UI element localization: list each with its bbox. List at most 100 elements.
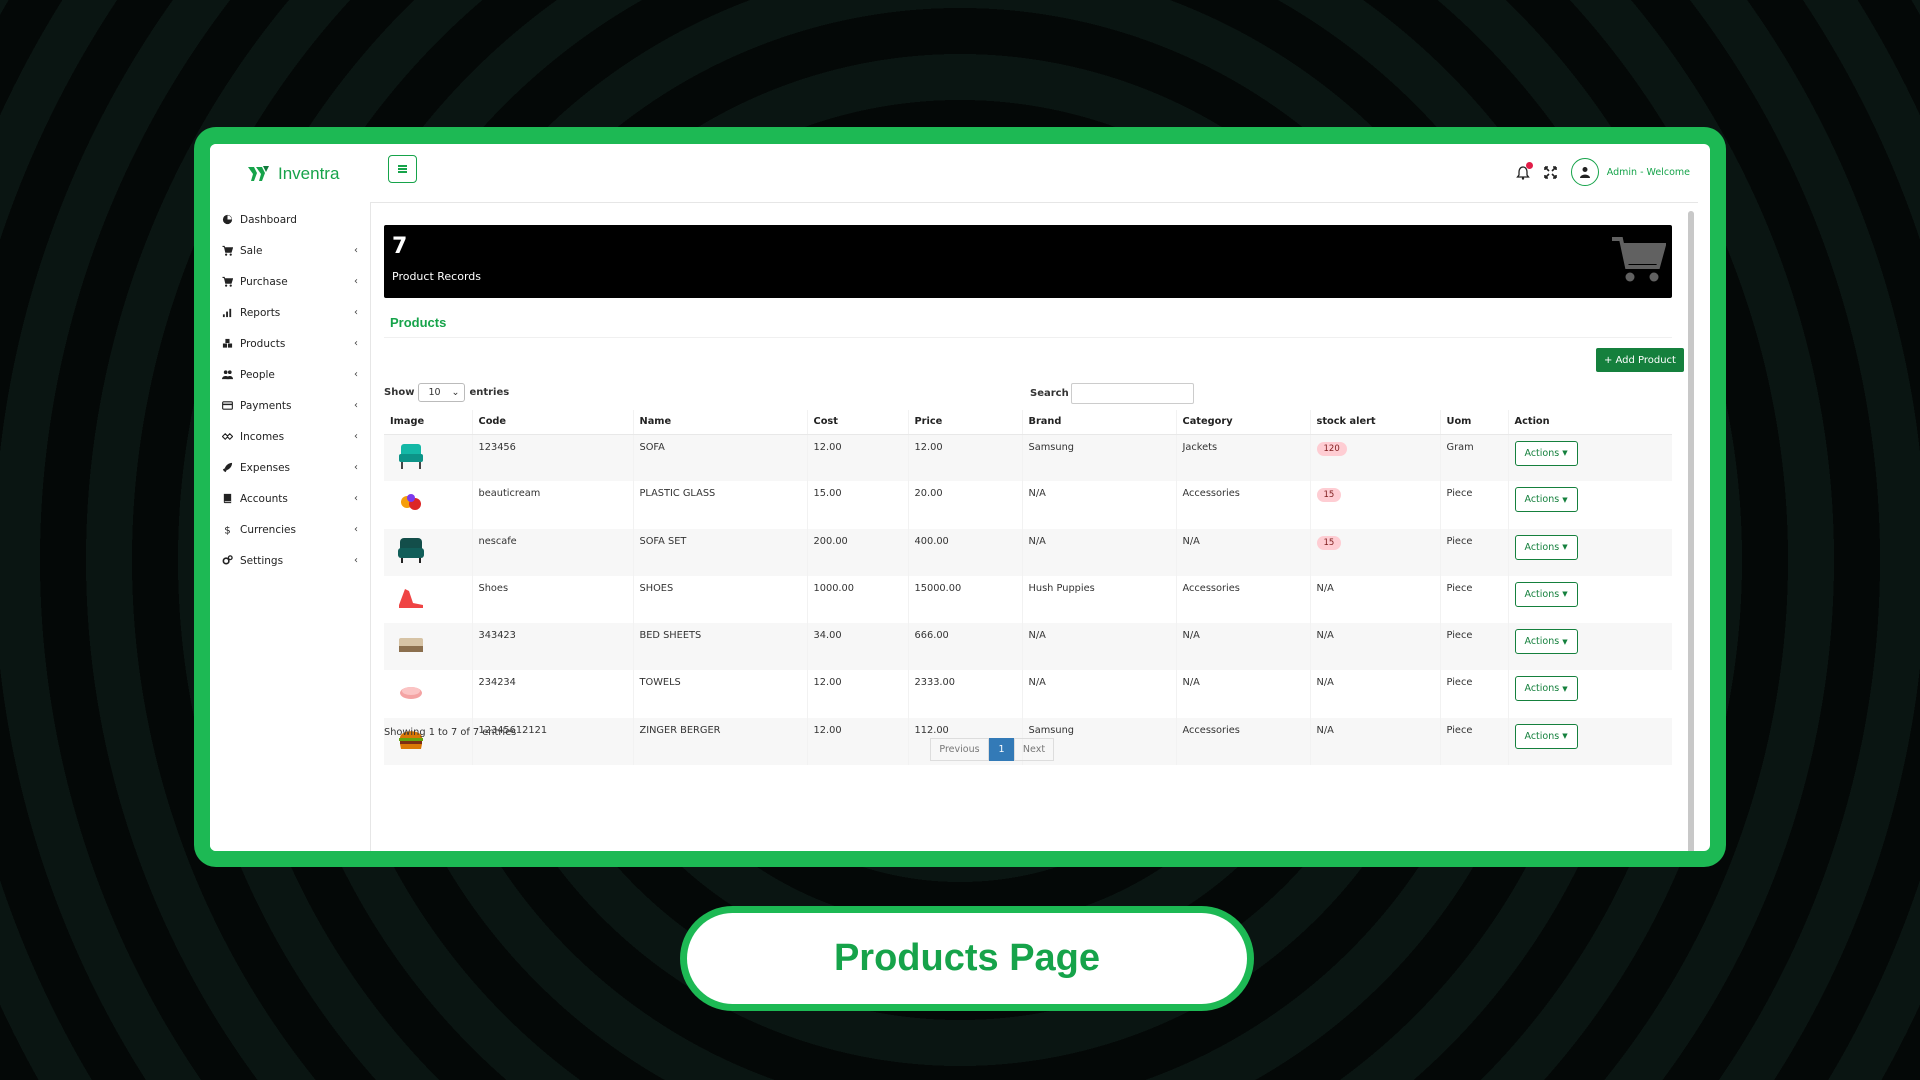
- cell-price: 666.00: [907, 623, 1022, 671]
- product-image-bed-sheets: [399, 638, 423, 653]
- entries-label: entries: [469, 387, 510, 398]
- cell-brand: N/A: [1021, 481, 1176, 529]
- column-header-brand[interactable]: Brand: [1021, 410, 1176, 435]
- gears-icon: [221, 555, 233, 567]
- sidebar-item-people[interactable]: People ‹: [210, 359, 370, 390]
- column-header-image[interactable]: Image: [384, 410, 472, 435]
- actions-dropdown-button[interactable]: Actions ▼: [1514, 487, 1578, 513]
- column-header-uom[interactable]: Uom: [1439, 410, 1508, 435]
- chevron-left-icon: ‹: [354, 276, 358, 287]
- sidebar: Inventra Dashboard Sale ‹ Purchase ‹ Reports ‹…: [210, 144, 370, 851]
- actions-dropdown-button[interactable]: Actions ▼: [1514, 440, 1578, 466]
- brand-name: Inventra: [278, 164, 340, 183]
- sidebar-item-label: Expenses: [240, 461, 291, 474]
- dashboard-icon: [221, 214, 233, 226]
- cell-price: 12.00: [907, 434, 1022, 482]
- cell-price: 15000.00: [907, 575, 1022, 624]
- screenshot-frame: Inventra Dashboard Sale ‹ Purchase ‹ Reports ‹…: [194, 127, 1726, 867]
- cell-brand: Samsung: [1021, 434, 1176, 482]
- entries-select[interactable]: 10 ⌄: [418, 383, 466, 402]
- column-header-name[interactable]: Name: [632, 410, 807, 435]
- sidebar-item-accounts[interactable]: Accounts ‹: [210, 483, 370, 514]
- cell-name: SHOES: [632, 575, 807, 624]
- sidebar-item-label: Dashboard: [240, 213, 297, 226]
- actions-dropdown-button[interactable]: Actions ▼: [1514, 629, 1578, 655]
- sidebar-item-currencies[interactable]: $ Currencies ‹: [210, 514, 370, 545]
- sidebar-item-incomes[interactable]: Incomes ‹: [210, 421, 370, 452]
- cell-uom: Piece: [1439, 481, 1508, 529]
- sidebar-item-purchase[interactable]: Purchase ‹: [210, 266, 370, 297]
- sidebar-item-products[interactable]: Products ‹: [210, 328, 370, 359]
- entries-length-control: Show 10 ⌄ entries: [384, 383, 509, 402]
- svg-text:$: $: [224, 526, 230, 535]
- book-icon: [221, 493, 233, 505]
- actions-label: Actions: [1524, 541, 1560, 553]
- stock-alert-badge: 120: [1316, 441, 1347, 456]
- cell-uom: Piece: [1439, 717, 1508, 766]
- sidebar-item-settings[interactable]: Settings ‹: [210, 545, 370, 576]
- actions-dropdown-button[interactable]: Actions ▼: [1514, 581, 1578, 607]
- cell-cost: 1000.00: [806, 575, 908, 624]
- stock-alert-value: N/A: [1316, 677, 1334, 689]
- add-product-button[interactable]: + Add Product: [1596, 348, 1684, 372]
- user-menu-label[interactable]: Admin - Welcome: [1607, 167, 1690, 178]
- cell-name: ZINGER BERGER: [632, 717, 807, 766]
- chevron-down-icon: ⌄: [451, 387, 460, 398]
- cell-brand: N/A: [1021, 528, 1176, 576]
- caption-pill: Products Page: [680, 906, 1254, 1011]
- cell-code: 12345612121: [471, 717, 633, 766]
- cell-image: [384, 623, 472, 671]
- pagination-next-button[interactable]: Next: [1014, 738, 1054, 761]
- cubes-icon: [221, 338, 233, 350]
- sidebar-item-label: Sale: [240, 244, 263, 257]
- sidebar-item-payments[interactable]: Payments ‹: [210, 390, 370, 421]
- users-icon: [221, 369, 233, 381]
- search-label: Search: [1030, 388, 1069, 399]
- avatar[interactable]: [1570, 158, 1599, 186]
- scrollbar-thumb[interactable]: [1688, 211, 1694, 851]
- sidebar-item-expenses[interactable]: Expenses ‹: [210, 452, 370, 483]
- sidebar-item-dashboard[interactable]: Dashboard: [210, 204, 370, 235]
- chevron-left-icon: ‹: [354, 555, 358, 566]
- brand-logo[interactable]: Inventra: [246, 164, 339, 184]
- pagination-previous-button[interactable]: Previous: [930, 738, 989, 761]
- table-row: 234234 TOWELS 12.00 2333.00 N/A N/A N/A Piece Ac…: [384, 670, 1672, 718]
- chevron-left-icon: ‹: [354, 431, 358, 442]
- cell-name: PLASTIC GLASS: [632, 481, 807, 529]
- products-table: Image Code Name Cost Price Brand Category stock…: [384, 410, 1672, 766]
- credit-card-icon: [221, 400, 233, 412]
- actions-dropdown-button[interactable]: Actions ▼: [1514, 676, 1578, 702]
- cell-category: Jackets: [1175, 434, 1310, 482]
- column-header-category[interactable]: Category: [1175, 410, 1310, 435]
- column-header-code[interactable]: Code: [471, 410, 633, 435]
- fullscreen-icon[interactable]: [1543, 165, 1557, 179]
- sidebar-item-reports[interactable]: Reports ‹: [210, 297, 370, 328]
- cell-category: Accessories: [1175, 717, 1310, 766]
- sidebar-item-label: Reports: [240, 306, 281, 319]
- pagination-page-1[interactable]: 1: [989, 738, 1014, 761]
- column-header-action[interactable]: Action: [1507, 410, 1672, 435]
- actions-label: Actions: [1524, 588, 1560, 600]
- search-input[interactable]: [1070, 383, 1194, 404]
- cell-cost: 12.00: [806, 717, 908, 766]
- notifications-button[interactable]: [1515, 162, 1533, 180]
- table-row: 343423 BED SHEETS 34.00 666.00 N/A N/A N/A Piec…: [384, 623, 1672, 671]
- sidebar-item-sale[interactable]: Sale ‹: [210, 235, 370, 266]
- cell-category: N/A: [1175, 623, 1310, 671]
- table-row: Shoes SHOES 1000.00 15000.00 Hush Puppies Acc…: [384, 575, 1672, 624]
- column-header-cost[interactable]: Cost: [806, 410, 908, 435]
- column-header-stock-alert[interactable]: stock alert: [1309, 410, 1440, 435]
- actions-dropdown-button[interactable]: Actions ▼: [1514, 534, 1578, 560]
- user-icon: [1579, 167, 1590, 178]
- cell-cost: 12.00: [806, 670, 908, 718]
- sidebar-item-label: Incomes: [240, 430, 285, 443]
- cell-image: [384, 481, 472, 528]
- cell-stock-alert: N/A: [1309, 623, 1440, 671]
- menu-toggle-button[interactable]: [388, 155, 417, 183]
- cell-stock-alert: N/A: [1309, 670, 1440, 718]
- cell-stock-alert: 120: [1309, 434, 1440, 482]
- cell-stock-alert: N/A: [1309, 717, 1440, 766]
- plus-icon: +: [1604, 354, 1613, 366]
- actions-dropdown-button[interactable]: Actions ▼: [1514, 723, 1578, 749]
- column-header-price[interactable]: Price: [907, 410, 1022, 435]
